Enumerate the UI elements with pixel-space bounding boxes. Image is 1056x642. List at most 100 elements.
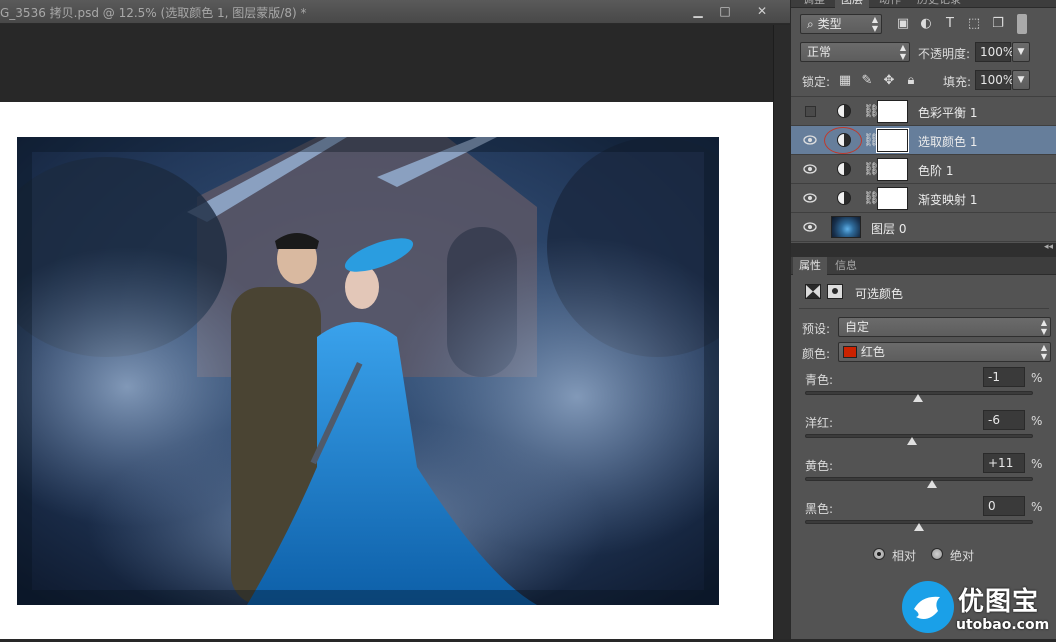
color-swatch [843, 346, 857, 358]
colors-value: 红色 [860, 345, 885, 359]
tab-info[interactable]: 信息 [829, 257, 863, 275]
document-canvas[interactable] [0, 102, 773, 639]
layer-name: 色阶 1 [918, 164, 954, 178]
opacity-dropdown-button[interactable]: ▼ [1012, 42, 1030, 62]
document-title: G_3536 拷贝.psd @ 12.5% (选取颜色 1, 图层蒙版/8) * [0, 6, 307, 20]
layer-image-thumbnail[interactable] [831, 216, 861, 238]
watermark-url: utobao.com [956, 617, 1050, 633]
yellow-slider-thumb[interactable] [926, 480, 937, 488]
layer-row[interactable]: ⛓︎ 色彩平衡 1 [791, 97, 1056, 126]
shape-filter-icon[interactable]: ⬚ [966, 16, 982, 32]
right-panel-dock: 调整 图层 动作 历史记录 ⌕ 类型 ▲▼ ▣ ◐ T ⬚ ❐ 正常 ▲▼ 不透… [790, 0, 1056, 639]
divider [799, 308, 1049, 309]
adjustment-layer-icon [837, 104, 851, 118]
visibility-toggle-off[interactable] [805, 106, 816, 117]
lock-position-icon[interactable]: ✥ [881, 73, 897, 89]
black-input[interactable]: 0 [983, 496, 1025, 516]
yellow-label: 黄色: [805, 459, 834, 473]
layer-name: 图层 0 [871, 222, 907, 236]
layer-name: 渐变映射 1 [918, 193, 978, 207]
properties-tabs: 属性 信息 [791, 257, 1056, 275]
layer-row[interactable]: ⛓︎ 色阶 1 [791, 155, 1056, 184]
vertical-scrollbar[interactable] [773, 25, 790, 639]
lock-transparency-icon[interactable]: ▦ [837, 73, 853, 89]
image-filter-icon[interactable]: ▣ [895, 16, 911, 32]
fill-input[interactable]: 100% [975, 70, 1014, 90]
layer-mask-thumbnail[interactable] [877, 187, 908, 210]
fill-dropdown-button[interactable]: ▼ [1012, 70, 1030, 90]
search-icon: ⌕ [807, 17, 814, 31]
eye-icon[interactable] [803, 163, 817, 175]
smartobject-filter-icon[interactable]: ❐ [990, 16, 1006, 32]
black-slider-thumb[interactable] [914, 523, 924, 531]
adjustment-layer-icon [837, 162, 851, 176]
type-filter-icon[interactable]: T [942, 16, 958, 32]
percent-sign: % [1031, 371, 1043, 385]
minimize-button[interactable]: ▁ [686, 3, 710, 19]
preset-value: 自定 [845, 320, 870, 334]
photo-image [17, 137, 719, 605]
document-title-bar[interactable]: G_3536 拷贝.psd @ 12.5% (选取颜色 1, 图层蒙版/8) *… [0, 0, 790, 24]
collapse-arrows-icon[interactable]: ◂◂ [1044, 242, 1053, 252]
chevron-down-icon: ▼ [1017, 75, 1025, 85]
eye-icon[interactable] [803, 134, 817, 146]
layer-name: 色彩平衡 1 [918, 106, 978, 120]
magenta-slider[interactable] [805, 434, 1033, 438]
layer-row[interactable]: 图层 0 [791, 213, 1056, 242]
colors-select[interactable]: 红色 ▲ ▼ [838, 342, 1051, 362]
layer-name: 选取颜色 1 [918, 135, 978, 149]
percent-sign: % [1031, 500, 1043, 514]
tab-history[interactable]: 历史记录 [911, 0, 967, 9]
cyan-input[interactable]: -1 [983, 367, 1025, 387]
layer-filter-value: 类型 [817, 17, 842, 31]
maximize-button[interactable]: □ [713, 3, 737, 19]
relative-radio[interactable] [873, 548, 885, 560]
filter-toggle-switch[interactable] [1017, 14, 1027, 34]
lock-all-icon[interactable]: 🔒︎ [903, 73, 919, 89]
updown-arrow-icon: ▲ ▼ [1040, 343, 1047, 361]
updown-arrow-icon: ▲ ▼ [871, 15, 878, 33]
adjustment-filter-icon[interactable]: ◐ [918, 16, 934, 32]
magenta-label: 洋红: [805, 416, 834, 430]
chevron-down-icon: ▼ [1017, 47, 1025, 57]
tab-layers[interactable]: 图层 [835, 0, 869, 9]
layers-list: ⛓︎ 色彩平衡 1 ⛓︎ 选取颜色 1 ⛓︎ 色阶 1 ⛓︎ 渐变映射 1 图层… [791, 96, 1056, 242]
magenta-input[interactable]: -6 [983, 410, 1025, 430]
layer-filter-select[interactable]: ⌕ 类型 ▲ ▼ [800, 14, 882, 34]
layer-mask-thumbnail[interactable] [876, 128, 909, 153]
preset-label: 预设: [802, 322, 831, 336]
panel-separator[interactable]: ◂◂ [791, 242, 1056, 257]
layer-row-selected[interactable]: ⛓︎ 选取颜色 1 [791, 126, 1056, 155]
magenta-slider-thumb[interactable] [907, 437, 918, 445]
tab-properties[interactable]: 属性 [793, 257, 827, 275]
absolute-radio[interactable] [931, 548, 943, 560]
layer-mask-thumbnail[interactable] [877, 158, 908, 181]
updown-arrow-icon: ▲ ▼ [1040, 318, 1047, 336]
percent-sign: % [1031, 457, 1043, 471]
cyan-label: 青色: [805, 373, 834, 387]
tab-actions[interactable]: 动作 [873, 0, 907, 9]
mask-toggle-icon[interactable] [827, 284, 843, 299]
eye-icon[interactable] [803, 221, 817, 233]
document-window: G_3536 拷贝.psd @ 12.5% (选取颜色 1, 图层蒙版/8) *… [0, 0, 790, 639]
tab-adjustments[interactable]: 调整 [797, 0, 831, 9]
photo-artwork [17, 137, 719, 605]
black-label: 黑色: [805, 502, 834, 516]
yellow-input[interactable]: +11 [983, 453, 1025, 473]
layer-row[interactable]: ⛓︎ 渐变映射 1 [791, 184, 1056, 213]
updown-arrow-icon: ▲ ▼ [899, 43, 906, 61]
relative-label: 相对 [892, 549, 917, 563]
preset-select[interactable]: 自定 ▲ ▼ [838, 317, 1051, 337]
close-button[interactable]: ✕ [750, 3, 774, 19]
blend-mode-select[interactable]: 正常 ▲ ▼ [800, 42, 910, 62]
canvas-area[interactable] [0, 25, 790, 639]
layer-mask-thumbnail[interactable] [877, 100, 908, 123]
selective-color-icon [805, 284, 821, 299]
lock-pixels-icon[interactable]: ✎ [859, 73, 875, 89]
adjustment-title: 可选颜色 [855, 287, 904, 301]
cyan-slider-thumb[interactable] [912, 394, 923, 402]
absolute-label: 绝对 [950, 549, 975, 563]
opacity-input[interactable]: 100% [975, 42, 1014, 62]
eye-icon[interactable] [803, 192, 817, 204]
yellow-slider[interactable] [805, 477, 1033, 481]
